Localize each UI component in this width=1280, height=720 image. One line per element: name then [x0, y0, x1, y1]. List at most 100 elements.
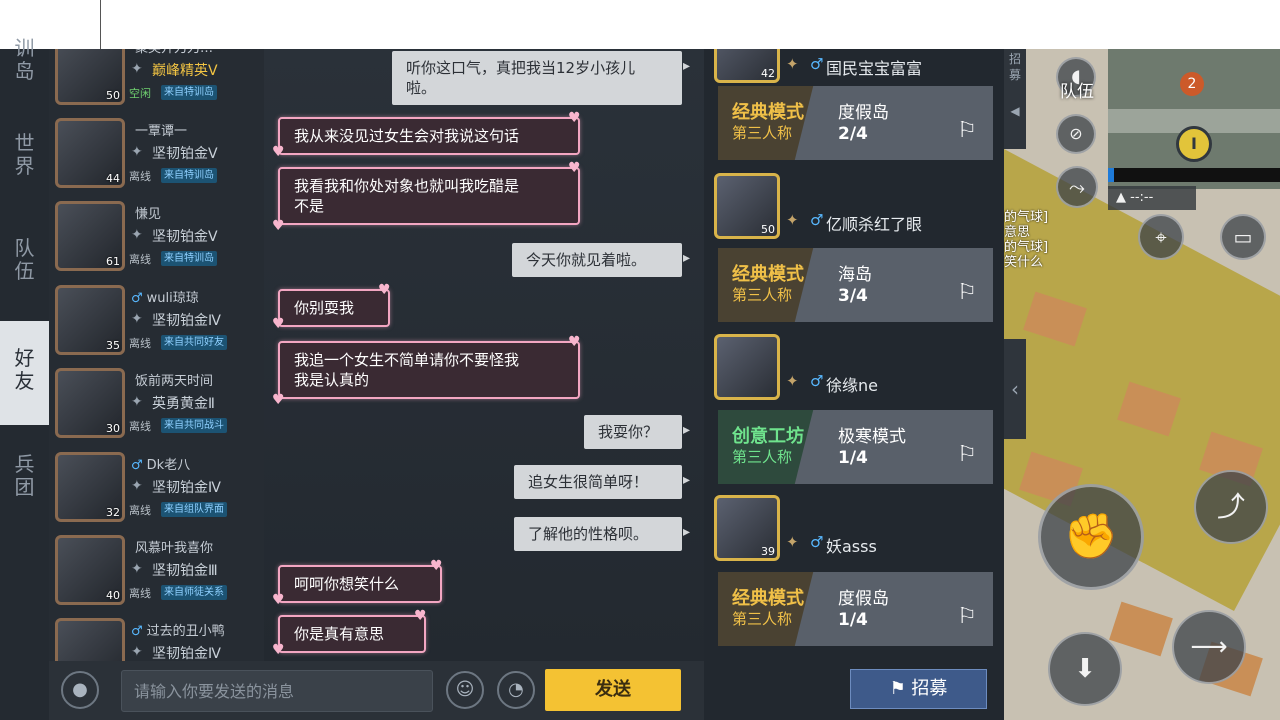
timer-readout: ▲ --:-- [1108, 186, 1196, 210]
collapse-arrow-icon[interactable]: ‹ [1004, 339, 1026, 439]
chat-bubble-received: 你是真有意思 [278, 615, 426, 653]
recruit-player-header[interactable]: 39 ✦ ♂ 妖asss [712, 495, 1002, 565]
friend-source-badge: 来自特训岛 [161, 85, 217, 100]
heart-decoration-icon: ♥ [568, 334, 581, 350]
gender-icon: ♂ [810, 372, 824, 390]
gender-icon: ♂ [810, 533, 824, 551]
chat-area[interactable]: 听你这口气，真把我当12岁小孩儿 啦。 ▸ 我从来没见过女生会对我说这句话 ♥ ♥ 我看我… [264, 49, 704, 661]
bubble-tail-icon: ▸ [682, 472, 690, 488]
recruit-side-tab[interactable]: 招 募 ◀ [1004, 49, 1026, 149]
nav-tab-team[interactable]: 队 伍 [0, 237, 49, 297]
avatar[interactable]: 50 [714, 173, 780, 239]
friend-row[interactable]: 35 ♂ wuli琼琼 ✦ 坚韧铂金Ⅳ 离线 来自共同好友 [49, 279, 264, 362]
recruit-player-header[interactable]: 50 ✦ ♂ 亿顺杀红了眼 [712, 173, 1002, 243]
join-flag-icon[interactable]: ⚐ [952, 602, 982, 632]
left-nav: 训 岛 世 界 队 伍 好 友 兵 团 [0, 37, 49, 720]
location-pin-icon[interactable]: ⌖ [1138, 214, 1184, 260]
avatar[interactable]: 39 [714, 495, 780, 561]
recruit-room-card[interactable]: 经典模式 第三人称 度假岛 2/4 ⚐ [718, 86, 993, 160]
avatar[interactable]: 42 [714, 49, 780, 83]
map-tile [1109, 601, 1173, 657]
nav-tab-friends[interactable]: 好 友 [0, 321, 49, 425]
gender-icon: ♂ [810, 55, 824, 73]
recruit-room-card[interactable]: 创意工坊 第三人称 极寒模式 1/4 ⚐ [718, 410, 993, 484]
chat-bubble-received: 呵呵你想笑什么 [278, 565, 442, 603]
friend-row[interactable]: 50 聚英开刀刀… ✦ 巅峰精英Ⅴ空闲来自特训岛 [49, 49, 264, 112]
friend-name: 饭前两天时间 [135, 374, 214, 389]
friend-row[interactable]: ♂过去的丑小鸭✦坚韧铂金Ⅳ离线 [49, 612, 264, 661]
mic-icon[interactable]: ● [61, 671, 99, 709]
friend-source-badge: 来自师徒关系 [161, 585, 227, 600]
rank-icon: ✦ [131, 394, 143, 410]
fist-attack-icon[interactable]: ✊ [1038, 484, 1144, 590]
sticker-icon[interactable]: ◔ [497, 671, 535, 709]
recruit-player-header[interactable]: 42 ✦ ♂ 国民宝宝富富 [712, 49, 1002, 87]
message-input[interactable] [121, 670, 433, 712]
recruit-button-label: 招募 [911, 678, 948, 699]
recruit-room-card[interactable]: 经典模式 第三人称 度假岛 1/4 ⚐ [718, 572, 993, 646]
gender-icon: ♂ [131, 291, 143, 306]
friend-name: 一覃谭一 [135, 124, 188, 139]
join-flag-icon[interactable]: ⚐ [952, 440, 982, 470]
mic-muted-icon[interactable]: ⊘ [1056, 114, 1096, 154]
avatar[interactable]: 44 [55, 118, 125, 188]
recruit-player-header[interactable]: ✦ ♂ 徐缘ne [712, 334, 1002, 404]
prone-icon[interactable]: ⟶ [1172, 610, 1246, 684]
avatar[interactable] [55, 618, 125, 661]
friend-name-line: 聚英开刀刀… [131, 49, 261, 56]
timer-text: --:-- [1130, 190, 1154, 205]
avatar[interactable] [714, 334, 780, 400]
friend-list[interactable]: 50聚英开刀刀…✦巅峰精英Ⅴ空闲来自特训岛44一覃谭一✦坚韧铂金Ⅴ离线来自特训岛… [49, 49, 264, 661]
game-perspective: 第三人称 [732, 448, 793, 466]
avatar-level: 30 [106, 422, 120, 435]
minimap-marker-badge: 2 [1180, 72, 1204, 96]
avatar[interactable]: 30 [55, 368, 125, 438]
friend-row[interactable]: 32 ♂ Dk老八 ✦ 坚韧铂金Ⅳ 离线 来自组队界面 [49, 446, 264, 529]
friend-name-line: 风慕叶我喜你 [131, 537, 261, 556]
recruit-player-name: 亿顺杀红了眼 [826, 215, 923, 234]
rank-icon: ✦ [131, 561, 143, 577]
avatar[interactable]: 40 [55, 535, 125, 605]
heart-decoration-icon: ♥ [272, 592, 285, 608]
nav-tab-world[interactable]: 世 界 [0, 132, 49, 192]
avatar[interactable]: 50 [55, 49, 125, 105]
friend-row[interactable]: 44 一覃谭一 ✦ 坚韧铂金Ⅴ 离线 来自特训岛 [49, 112, 264, 195]
nav-tab-label: 训 岛 [14, 36, 35, 83]
rank-icon: ✦ [131, 478, 143, 494]
send-button[interactable]: 发送 [545, 669, 681, 711]
friend-name: 风慕叶我喜你 [135, 541, 214, 556]
friend-rank: 英勇黄金Ⅱ [152, 396, 215, 412]
emoji-icon[interactable]: ☺ [446, 671, 484, 709]
join-flag-icon[interactable]: ⚐ [952, 116, 982, 146]
chat-bubble-sent: 追女生很简单呀！ [514, 465, 682, 499]
bubble-tail-icon: ▸ [682, 58, 690, 74]
friend-source-badge: 来自组队界面 [161, 502, 227, 517]
rank-icon: ✦ [131, 644, 143, 660]
avatar-level: 35 [106, 339, 120, 352]
friend-row[interactable]: 40 风慕叶我喜你 ✦ 坚韧铂金Ⅲ 离线 来自师徒关系 [49, 529, 264, 612]
avatar-level: 32 [106, 506, 120, 519]
friend-row[interactable]: 61 慊见 ✦ 坚韧铂金Ⅴ 离线 来自特训岛 [49, 195, 264, 278]
nav-tab-training-island[interactable]: 训 岛 [0, 37, 49, 97]
nav-tab-label: 世 界 [14, 131, 35, 178]
chat-bubble-received: 你别耍我 [278, 289, 390, 327]
rank-icon: ✦ [786, 533, 799, 551]
sprint-icon[interactable]: ⤳ [1056, 166, 1098, 208]
bubble-tail-icon: ▸ [682, 524, 690, 540]
nav-tab-legion[interactable]: 兵 团 [0, 453, 49, 513]
friend-row[interactable]: 30 饭前两天时间 ✦ 英勇黄金Ⅱ 离线 来自共同战斗 [49, 362, 264, 445]
friend-status: 离线 [129, 504, 151, 517]
recruit-room-card[interactable]: 经典模式 第三人称 海岛 3/4 ⚐ [718, 248, 993, 322]
avatar[interactable]: 61 [55, 201, 125, 271]
top-bar-divider [100, 0, 101, 49]
avatar[interactable]: 35 [55, 285, 125, 355]
chat-bubble-icon[interactable]: ▭ [1220, 214, 1266, 260]
recruit-panel: ⚑ 招募 42 ✦ ♂ 国民宝宝富富 经典模式 第三人称 度假岛 2/4 ⚐ 50 ✦ ♂ 亿顺杀红了眼… [704, 49, 1004, 720]
recruit-button[interactable]: ⚑ 招募 [850, 669, 987, 709]
jump-icon[interactable]: ⤴ [1194, 470, 1268, 544]
crouch-icon[interactable]: ⬇ [1048, 632, 1122, 706]
heart-decoration-icon: ♥ [568, 160, 581, 176]
nav-tab-label: 队 伍 [14, 236, 35, 283]
join-flag-icon[interactable]: ⚐ [952, 278, 982, 308]
avatar[interactable]: 32 [55, 452, 125, 522]
